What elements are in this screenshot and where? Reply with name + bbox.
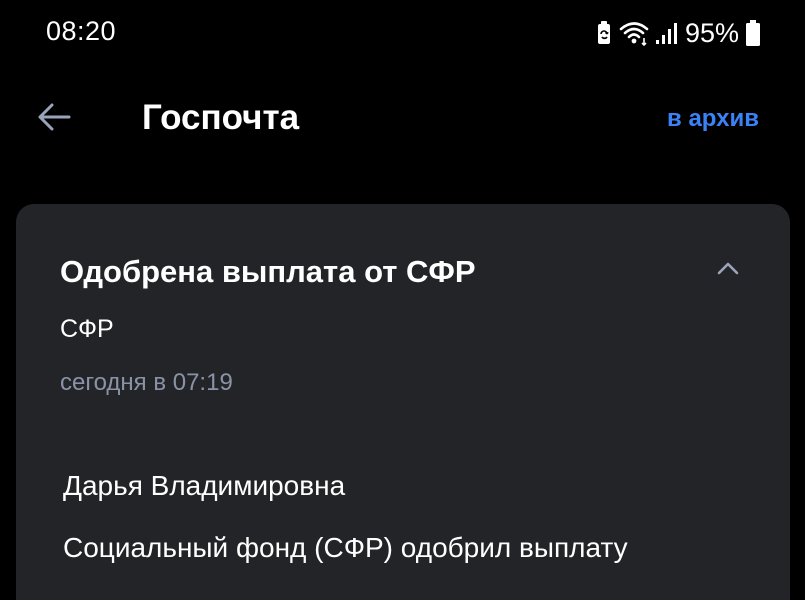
back-button[interactable] <box>28 96 80 142</box>
message-date: сегодня в 07:19 <box>60 369 233 396</box>
page-title: Госпочта <box>142 98 300 137</box>
battery-percent: 95% <box>684 17 739 48</box>
screen: 08:20 95% Госпочта в архив Одобрена выпл… <box>0 0 805 600</box>
archive-button[interactable]: в архив <box>667 105 759 133</box>
arrow-left-icon <box>36 102 72 137</box>
message-body: Социальный фонд (СФР) одобрил выплату <box>63 532 628 563</box>
status-icons: 95% <box>595 16 761 50</box>
message-greeting: Дарья Владимировна <box>63 470 346 501</box>
chevron-up-icon <box>716 260 740 281</box>
signal-icon <box>655 20 677 46</box>
status-time: 08:20 <box>46 16 117 46</box>
battery-saver-icon <box>595 20 613 46</box>
message-card: Одобрена выплата от СФР СФР сегодня в 07… <box>16 204 790 600</box>
battery-icon <box>745 19 761 47</box>
status-bar: 08:20 95% <box>0 0 805 66</box>
collapse-button[interactable] <box>710 252 746 288</box>
message-sender: СФР <box>60 315 114 343</box>
message-subject: Одобрена выплата от СФР <box>60 254 476 289</box>
wifi-icon <box>619 20 649 46</box>
app-header: Госпочта в архив <box>0 84 805 154</box>
